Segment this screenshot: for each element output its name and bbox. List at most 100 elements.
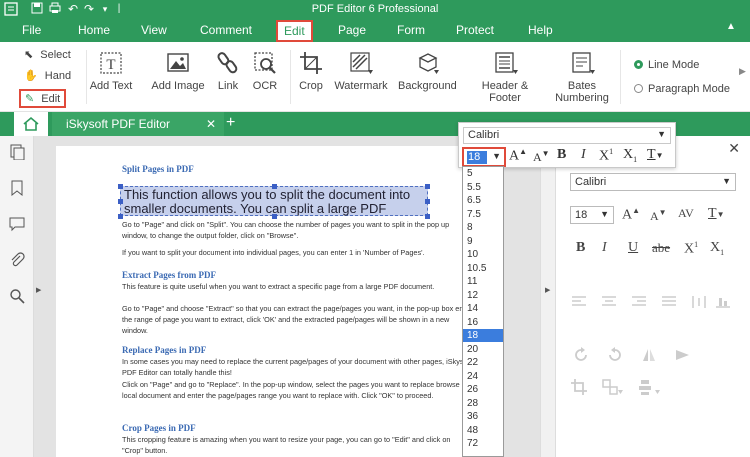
bold-icon[interactable]: B	[557, 147, 566, 163]
link-button[interactable]: Link	[214, 50, 242, 92]
font-size-option[interactable]: 16	[463, 316, 503, 329]
subscript-icon[interactable]: X1	[623, 147, 637, 164]
panel-size-select[interactable]: 18 ▼	[570, 206, 614, 224]
font-size-option[interactable]: 48	[463, 424, 503, 437]
subscript-icon[interactable]: X1	[710, 240, 724, 257]
collapse-left-panel-icon[interactable]: ▶	[36, 286, 41, 294]
paragraph-mode-option[interactable]: Paragraph Mode	[634, 83, 730, 95]
resize-handle[interactable]	[118, 184, 123, 189]
font-size-select[interactable]: 18 ▼	[462, 147, 506, 167]
menu-edit[interactable]: Edit	[276, 20, 313, 42]
superscript-icon[interactable]: X1	[684, 240, 698, 258]
menu-file[interactable]: File	[22, 23, 41, 37]
edit-tool[interactable]: ✎ Edit	[19, 89, 67, 108]
font-size-option[interactable]: 22	[463, 356, 503, 369]
decrease-font-icon[interactable]: A▼	[650, 208, 667, 224]
collapse-right-panel-icon[interactable]: ▶	[545, 286, 550, 294]
rotate-left-icon[interactable]	[572, 346, 590, 364]
font-size-option[interactable]: 5	[463, 167, 503, 180]
watermark-button[interactable]: Watermark	[334, 50, 388, 92]
close-tab-icon[interactable]: ✕	[206, 117, 216, 131]
menu-home[interactable]: Home	[78, 23, 110, 37]
align-justify-icon[interactable]	[662, 296, 676, 308]
font-size-option[interactable]: 26	[463, 383, 503, 396]
crop-button[interactable]: Crop	[296, 50, 326, 92]
bold-icon[interactable]: B	[576, 240, 585, 256]
flip-horizontal-icon[interactable]	[674, 346, 692, 364]
distribute-icon[interactable]	[692, 296, 706, 308]
character-spacing-icon[interactable]: AV	[678, 206, 694, 221]
ribbon-collapse-icon[interactable]: ▲	[726, 21, 736, 32]
align-center-icon[interactable]	[602, 296, 616, 308]
italic-icon[interactable]: I	[581, 147, 586, 163]
menu-protect[interactable]: Protect	[456, 23, 494, 37]
align-right-icon[interactable]	[632, 296, 646, 308]
selected-text[interactable]: This function allows you to split the do…	[124, 188, 436, 216]
panel-splitter[interactable]: ▶	[540, 136, 556, 457]
ribbon-scroll-icon[interactable]: ▶	[739, 66, 746, 77]
text-color-icon[interactable]: T▼	[708, 206, 724, 222]
line-mode-option[interactable]: Line Mode	[634, 59, 699, 71]
paragraph-mode-radio[interactable]	[634, 84, 643, 93]
font-size-option[interactable]: 24	[463, 370, 503, 383]
flip-vertical-icon[interactable]	[640, 346, 658, 364]
font-name-select[interactable]: Calibri ▼	[463, 127, 671, 144]
menu-page[interactable]: Page	[338, 23, 366, 37]
attachment-icon[interactable]	[9, 252, 25, 268]
search-icon[interactable]	[9, 288, 25, 304]
font-size-option[interactable]: 11	[463, 275, 503, 288]
rotate-right-icon[interactable]	[606, 346, 624, 364]
font-size-option-selected[interactable]: 18	[463, 329, 503, 342]
menu-help[interactable]: Help	[528, 23, 553, 37]
font-size-option[interactable]: 36	[463, 410, 503, 423]
font-size-option[interactable]: 14	[463, 302, 503, 315]
add-image-button[interactable]: Add Image	[150, 50, 206, 92]
font-size-option[interactable]: 10	[463, 248, 503, 261]
text-color-icon[interactable]: T▼	[647, 147, 663, 163]
align-left-icon[interactable]	[572, 296, 586, 308]
home-tab[interactable]	[14, 112, 48, 136]
font-size-option[interactable]: 6.5	[463, 194, 503, 207]
font-size-option[interactable]: 28	[463, 397, 503, 410]
header-footer-button[interactable]: Header & Footer	[466, 50, 544, 104]
bates-numbering-button[interactable]: Bates Numbering	[553, 50, 611, 104]
menu-view[interactable]: View	[141, 23, 167, 37]
decrease-font-icon[interactable]: A▼	[533, 149, 550, 165]
align-bottom-icon[interactable]	[716, 296, 730, 308]
paragraph: Click on "Page" and go to "Replace". In …	[122, 380, 466, 401]
close-icon[interactable]: ✕	[728, 140, 740, 157]
font-size-option[interactable]: 8	[463, 221, 503, 234]
menu-comment[interactable]: Comment	[200, 23, 252, 37]
select-tool[interactable]: ⬉ Select	[24, 48, 71, 61]
document-tab[interactable]: iSkysoft PDF Editor ✕	[52, 112, 224, 136]
background-button[interactable]: Background	[398, 50, 457, 92]
font-size-option[interactable]: 10.5	[463, 262, 503, 275]
add-text-button[interactable]: T Add Text	[88, 50, 134, 92]
bookmark-icon[interactable]	[9, 180, 25, 196]
replace-object-icon[interactable]	[602, 378, 624, 396]
font-size-option[interactable]: 5.5	[463, 181, 503, 194]
arrange-object-icon[interactable]	[638, 378, 662, 396]
new-tab-button[interactable]: +	[226, 114, 235, 132]
font-size-option[interactable]: 9	[463, 235, 503, 248]
font-size-option[interactable]: 20	[463, 343, 503, 356]
italic-icon[interactable]: I	[602, 240, 607, 256]
font-size-option[interactable]: 7.5	[463, 208, 503, 221]
font-size-value[interactable]: 18	[467, 151, 487, 164]
comment-icon[interactable]	[9, 216, 25, 232]
ocr-button[interactable]: OCR	[250, 50, 280, 92]
line-mode-radio[interactable]	[634, 60, 643, 69]
font-size-option[interactable]: 72	[463, 437, 503, 450]
menu-form[interactable]: Form	[397, 23, 425, 37]
underline-icon[interactable]: U	[628, 240, 638, 256]
hand-tool[interactable]: ✋ Hand	[24, 69, 71, 82]
increase-font-icon[interactable]: A▲	[622, 206, 640, 224]
pages-thumbnail-icon[interactable]	[9, 144, 25, 160]
panel-font-select[interactable]: Calibri ▼	[570, 173, 736, 191]
superscript-icon[interactable]: X1	[599, 147, 613, 165]
resize-handle[interactable]	[118, 199, 123, 204]
strikethrough-icon[interactable]: abe	[652, 240, 670, 256]
font-size-option[interactable]: 12	[463, 289, 503, 302]
increase-font-icon[interactable]: A▲	[509, 147, 527, 165]
crop-object-icon[interactable]	[570, 378, 588, 396]
